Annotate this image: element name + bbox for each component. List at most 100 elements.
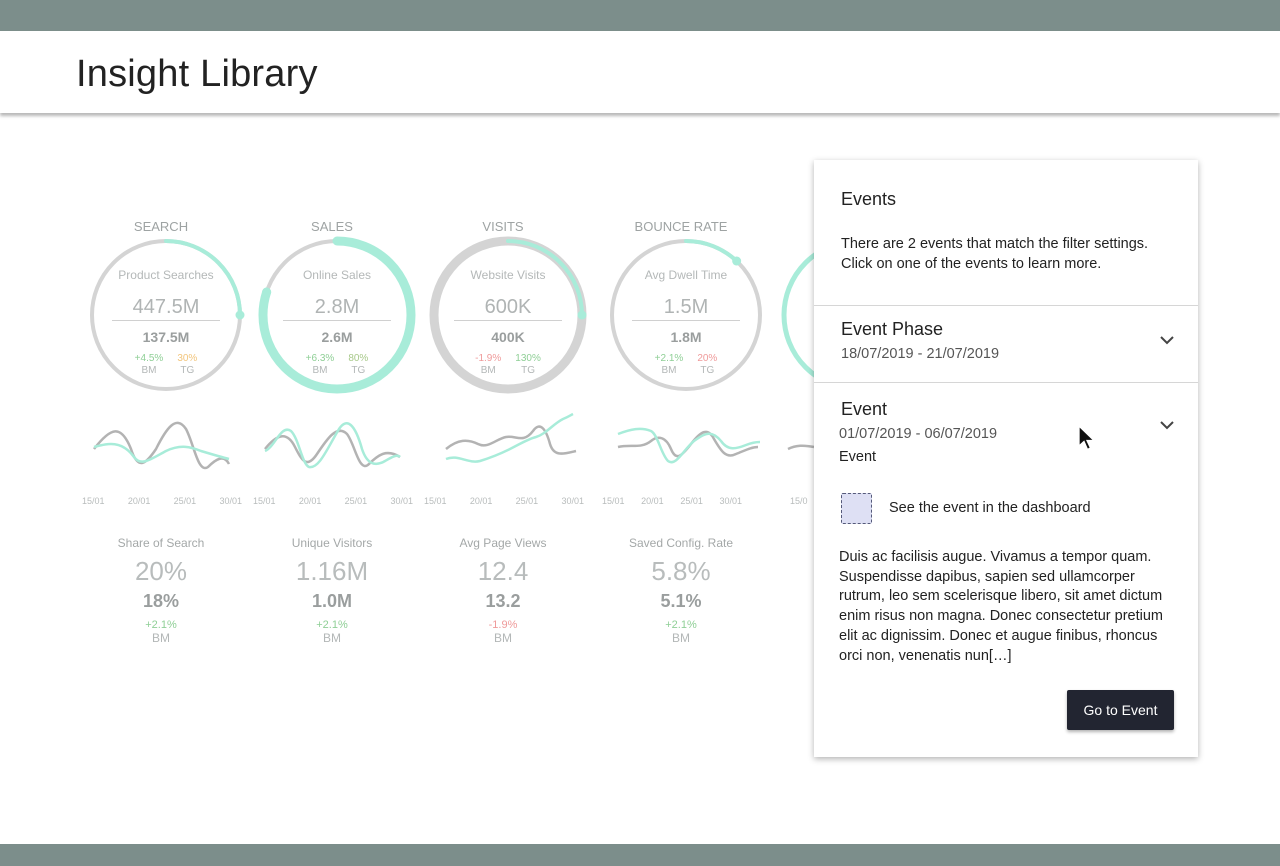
metric-second-value: 13.2 (485, 591, 521, 611)
kpi-column-sales: SALES Online Sales 2.8M 2.6M +6.3% BM 80%… (247, 113, 417, 673)
metric-label: Avg Page Views (459, 536, 547, 550)
sparkline-ticks: 15/01 20/01 25/01 30/01 (253, 496, 413, 506)
metric-main-value: 1.16M (295, 556, 369, 586)
sparkline-ticks: 15/01 20/01 25/01 30/01 (424, 496, 584, 506)
metric-main-value: 20% (134, 556, 188, 586)
tick-label: 20/01 (298, 496, 322, 506)
ring-label: Website Visits (470, 268, 546, 282)
delta-bm: +4.5% BM (134, 353, 164, 376)
event-type: Event (839, 449, 877, 465)
ring-label: Avg Dwell Time (644, 268, 728, 282)
metric-delta: +2.1% BM (316, 619, 348, 645)
ring-second-value: 400K (491, 329, 525, 345)
sparkline (445, 412, 577, 463)
event-description: Duis ac facilisis augue. Vivamus a tempo… (839, 549, 1163, 664)
panel-intro: There are 2 events that match the filter… (841, 236, 1149, 272)
ring-label: Online Sales (302, 268, 372, 282)
tick-label: 30/01 (719, 496, 742, 506)
tick-label: 20/01 (469, 496, 493, 506)
dashboard-link[interactable]: See the event in the dashboard (841, 493, 1141, 525)
tick-label: 25/01 (515, 496, 539, 506)
kpi-category: SEARCH (133, 219, 189, 234)
ring-main-value: 600K (484, 296, 532, 318)
kpi-category: BOUNCE RATE (634, 219, 728, 234)
ring-divider (112, 320, 220, 321)
ring-deltas: +2.1% BM 20% TG (606, 353, 766, 377)
tick-label: 30/01 (561, 496, 584, 506)
accordion-title: Event (841, 399, 888, 419)
tick-label: 15/01 (424, 496, 447, 506)
kpi-column-search: SEARCH Product Searches 447.5M 137.5M +4… (76, 113, 246, 673)
ring-second-value: 2.6M (321, 329, 353, 345)
metric-second-value: 18% (142, 591, 180, 611)
tick-label: 20/01 (127, 496, 151, 506)
delta-bm: +6.3% BM (305, 353, 335, 376)
ring-main-value: 447.5M (132, 296, 200, 318)
delta-tg: 30% TG (177, 353, 198, 376)
accordion-event-phase[interactable]: Event Phase 18/07/2019 - 21/07/2019 (814, 306, 1198, 382)
ring-deltas: +4.5% BM 30% TG (86, 353, 246, 377)
page-title: Insight Library (76, 53, 318, 95)
kpi-category: SALES (311, 219, 353, 234)
ring-divider (632, 320, 740, 321)
tick-label: 25/01 (680, 496, 703, 506)
accordion-date: 01/07/2019 - 06/07/2019 (839, 426, 998, 442)
ring-main-value: 2.8M (314, 296, 360, 318)
sparkline (93, 421, 231, 470)
ring-label: Product Searches (118, 268, 214, 282)
mouse-cursor-icon (1078, 425, 1096, 451)
tick-label: 20/01 (641, 496, 664, 506)
bottom-bar (0, 844, 1280, 866)
sparkline-partial (787, 444, 815, 451)
tick-label: 30/01 (219, 496, 242, 506)
tick-label: 15/01 (253, 496, 276, 506)
metric-delta: -1.9% BM (488, 619, 518, 645)
metric-label: Saved Config. Rate (628, 536, 734, 550)
top-bar (0, 0, 1280, 31)
delta-tg: 130% TG (515, 353, 541, 376)
delta-bm: +2.1% BM (654, 353, 684, 376)
delta-tg: 80% TG (348, 353, 369, 376)
ring-deltas: +6.3% BM 80% TG (257, 353, 417, 377)
kpi-column-bounce-rate: BOUNCE RATE Avg Dwell Time 1.5M 1.8M +2.… (596, 113, 766, 673)
sparkline (617, 427, 761, 464)
ring-second-value: 137.5M (142, 329, 190, 345)
kpi-category: VISITS (482, 219, 524, 234)
metric-delta: +2.1% BM (665, 619, 697, 645)
metric-delta: +2.1% BM (145, 619, 177, 645)
metric-second-value: 1.0M (311, 591, 353, 611)
sparkline-ticks: 15/01 20/01 25/01 30/01 (82, 496, 242, 506)
metric-label: Share of Search (117, 536, 205, 550)
tick-label: 30/01 (390, 496, 413, 506)
accordion-title: Event Phase (841, 319, 944, 339)
chevron-down-icon[interactable] (1158, 331, 1176, 349)
sparkline (264, 422, 401, 469)
metric-main-value: 5.8% (651, 556, 711, 586)
tick-label: 25/01 (173, 496, 197, 506)
dashboard-thumbnail-icon[interactable] (841, 493, 872, 524)
ring-second-value: 1.8M (670, 329, 702, 345)
tick-label: 15/0 (790, 496, 808, 506)
sparkline-ticks: 15/01 20/01 25/01 30/01 (602, 496, 742, 506)
events-panel: Events There are 2 events that match the… (814, 160, 1198, 757)
ring-deltas: -1.9% BM 130% TG (428, 353, 588, 377)
delta-tg: 20% TG (697, 353, 718, 376)
ring-main-value: 1.5M (663, 296, 709, 318)
delta-bm: -1.9% BM (475, 353, 502, 376)
metric-main-value: 12.4 (477, 556, 529, 586)
tick-label: 15/01 (82, 496, 105, 506)
go-to-event-button[interactable]: Go to Event (1067, 690, 1174, 730)
metric-second-value: 5.1% (660, 591, 702, 611)
ring-divider (283, 320, 391, 321)
metric-label: Unique Visitors (291, 536, 373, 550)
tick-label: 15/01 (602, 496, 625, 506)
kpi-column-partial: 15/0 (768, 113, 935, 673)
accordion-date: 18/07/2019 - 21/07/2019 (841, 346, 1000, 362)
tick-label: 25/01 (344, 496, 368, 506)
dashboard-link-label[interactable]: See the event in the dashboard (889, 500, 1091, 516)
kpi-column-visits: VISITS Website Visits 600K 400K -1.9% BM … (418, 113, 588, 673)
header: Insight Library (0, 31, 1280, 113)
chevron-down-icon[interactable] (1158, 416, 1176, 434)
panel-title: Events (841, 189, 897, 209)
ring-divider (454, 320, 562, 321)
